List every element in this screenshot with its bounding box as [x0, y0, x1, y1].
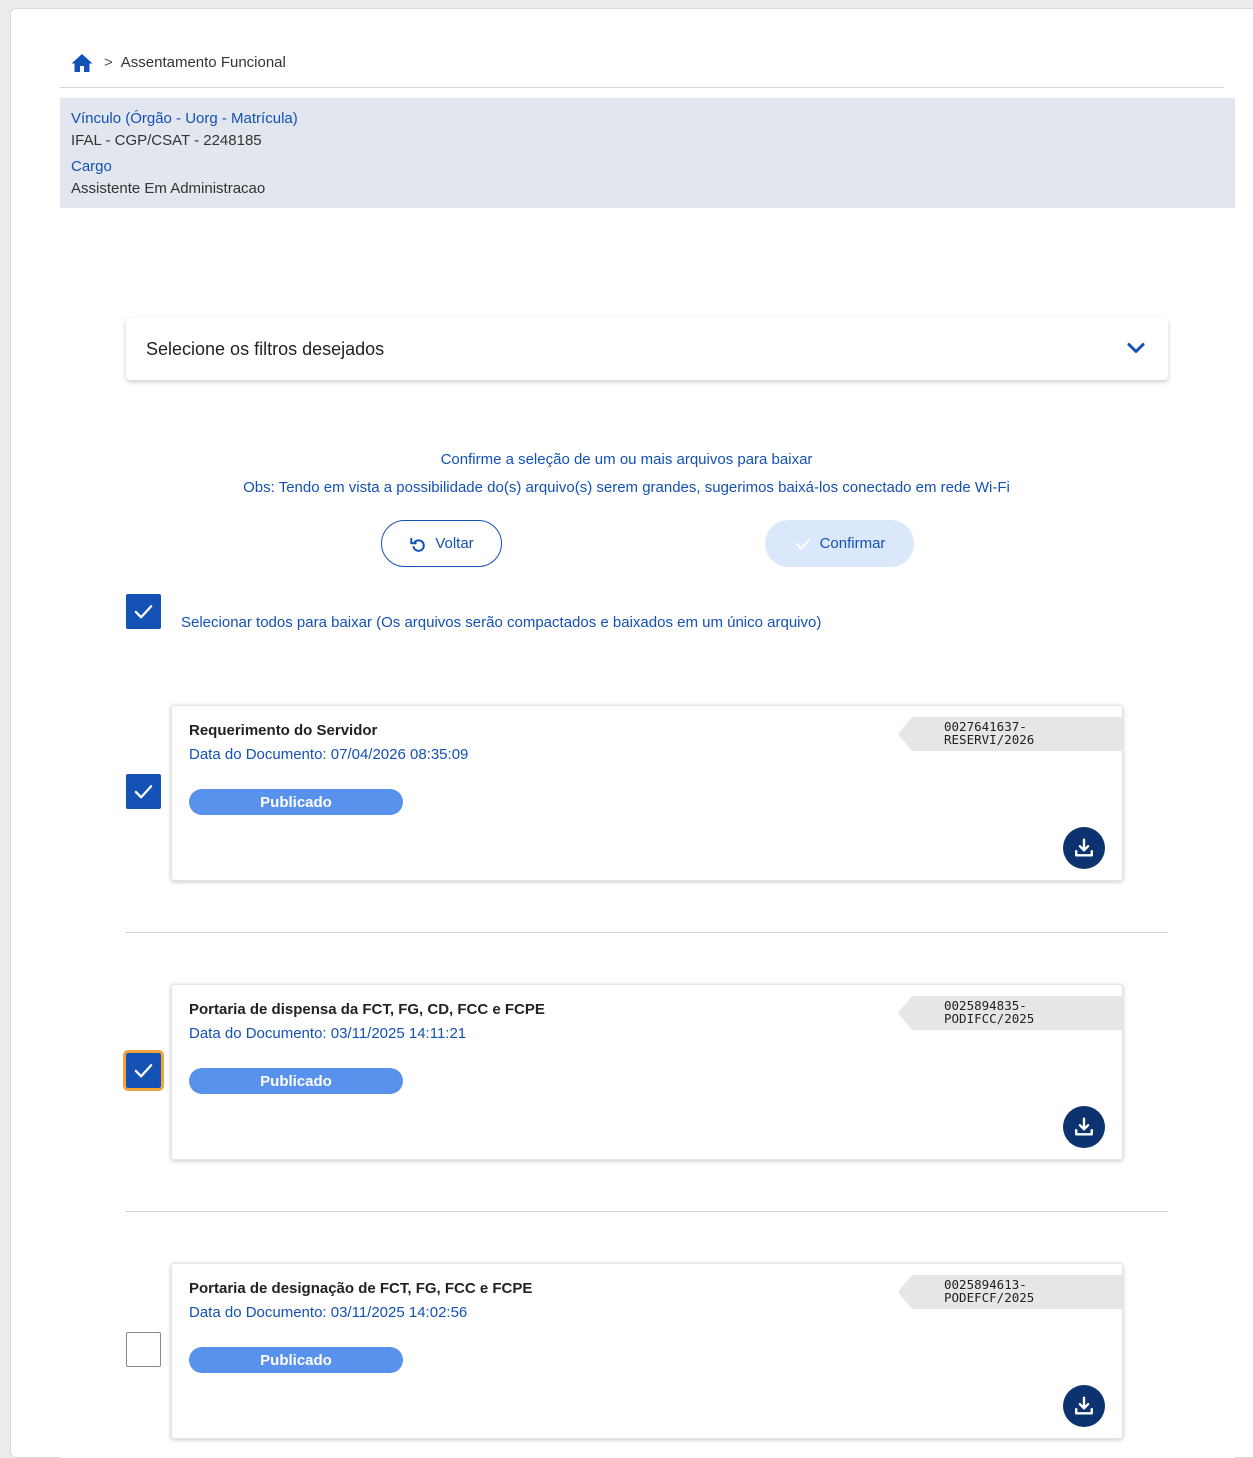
- wifi-note: Obs: Tendo em vista a possibilidade do(s…: [243, 479, 1010, 496]
- download-icon: [1075, 1396, 1093, 1415]
- cargo-value: Assistente Em Administracao: [71, 180, 266, 197]
- download-icon: [1075, 838, 1093, 857]
- filter-title: Selecione os filtros desejados: [146, 338, 385, 359]
- breadcrumb-separator: >: [104, 54, 113, 71]
- back-button[interactable]: Voltar: [381, 520, 502, 567]
- document-code-tag: 0025894835- PODIFCC/2025: [898, 996, 1122, 1030]
- vinculo-label: Vínculo (Órgão - Uorg - Matrícula): [71, 110, 298, 127]
- confirm-button-label: Confirmar: [819, 535, 886, 552]
- status-badge: Publicado: [189, 789, 403, 815]
- document-checkbox[interactable]: [123, 1050, 164, 1091]
- cargo-label: Cargo: [71, 158, 112, 175]
- document-title: Portaria de designação de FCT, FG, FCC e…: [189, 1280, 533, 1297]
- document-code-tag: 0027641637- RESERVI/2026: [898, 717, 1122, 751]
- confirm-button[interactable]: Confirmar: [765, 520, 914, 567]
- checkmark-icon: [134, 785, 153, 799]
- document-date: Data do Documento: 07/04/2026 08:35:09: [189, 746, 469, 763]
- checkmark-icon: [134, 605, 153, 619]
- home-icon[interactable]: [70, 51, 94, 75]
- download-button[interactable]: [1063, 827, 1105, 869]
- chevron-down-icon[interactable]: [1124, 336, 1148, 360]
- document-card: Portaria de designação de FCT, FG, FCC e…: [171, 1263, 1123, 1439]
- download-icon: [1075, 1117, 1093, 1136]
- check-icon: [795, 538, 810, 549]
- document-code-tag: 0025894613- PODEFCF/2025: [898, 1275, 1122, 1309]
- document-code-line2: RESERVI/2026: [944, 732, 1035, 747]
- divider: [126, 932, 1168, 933]
- select-all-checkbox[interactable]: [126, 594, 161, 629]
- breadcrumb: > Assentamento Funcional: [60, 38, 1224, 88]
- document-card: Requerimento do Servidor Data do Documen…: [171, 705, 1123, 881]
- filter-accordion[interactable]: Selecione os filtros desejados: [126, 318, 1168, 380]
- document-checkbox[interactable]: [126, 774, 161, 809]
- vinculo-value: IFAL - CGP/CSAT - 2248185: [71, 132, 262, 149]
- select-all-label[interactable]: Selecionar todos para baixar (Os arquivo…: [181, 614, 821, 631]
- confirm-message: Confirme a seleção de um ou mais arquivo…: [440, 451, 813, 468]
- document-card: Portaria de dispensa da FCT, FG, CD, FCC…: [171, 984, 1123, 1160]
- divider: [126, 1211, 1168, 1212]
- document-code-line2: PODIFCC/2025: [944, 1011, 1035, 1026]
- download-button[interactable]: [1063, 1106, 1105, 1148]
- status-badge: Publicado: [189, 1068, 403, 1094]
- back-button-label: Voltar: [435, 535, 474, 552]
- document-date: Data do Documento: 03/11/2025 14:02:56: [189, 1304, 468, 1321]
- download-button[interactable]: [1063, 1385, 1105, 1427]
- breadcrumb-current: Assentamento Funcional: [120, 54, 286, 71]
- document-date: Data do Documento: 03/11/2025 14:11:21: [189, 1025, 467, 1042]
- undo-icon: [410, 537, 426, 552]
- document-title: Requerimento do Servidor: [189, 722, 378, 739]
- document-title: Portaria de dispensa da FCT, FG, CD, FCC…: [189, 1001, 545, 1018]
- document-code-line2: PODEFCF/2025: [944, 1290, 1035, 1305]
- checkmark-icon: [134, 1064, 153, 1078]
- status-badge: Publicado: [189, 1347, 403, 1373]
- document-checkbox[interactable]: [126, 1332, 161, 1367]
- employee-info-panel: Vínculo (Órgão - Uorg - Matrícula) IFAL …: [60, 98, 1235, 208]
